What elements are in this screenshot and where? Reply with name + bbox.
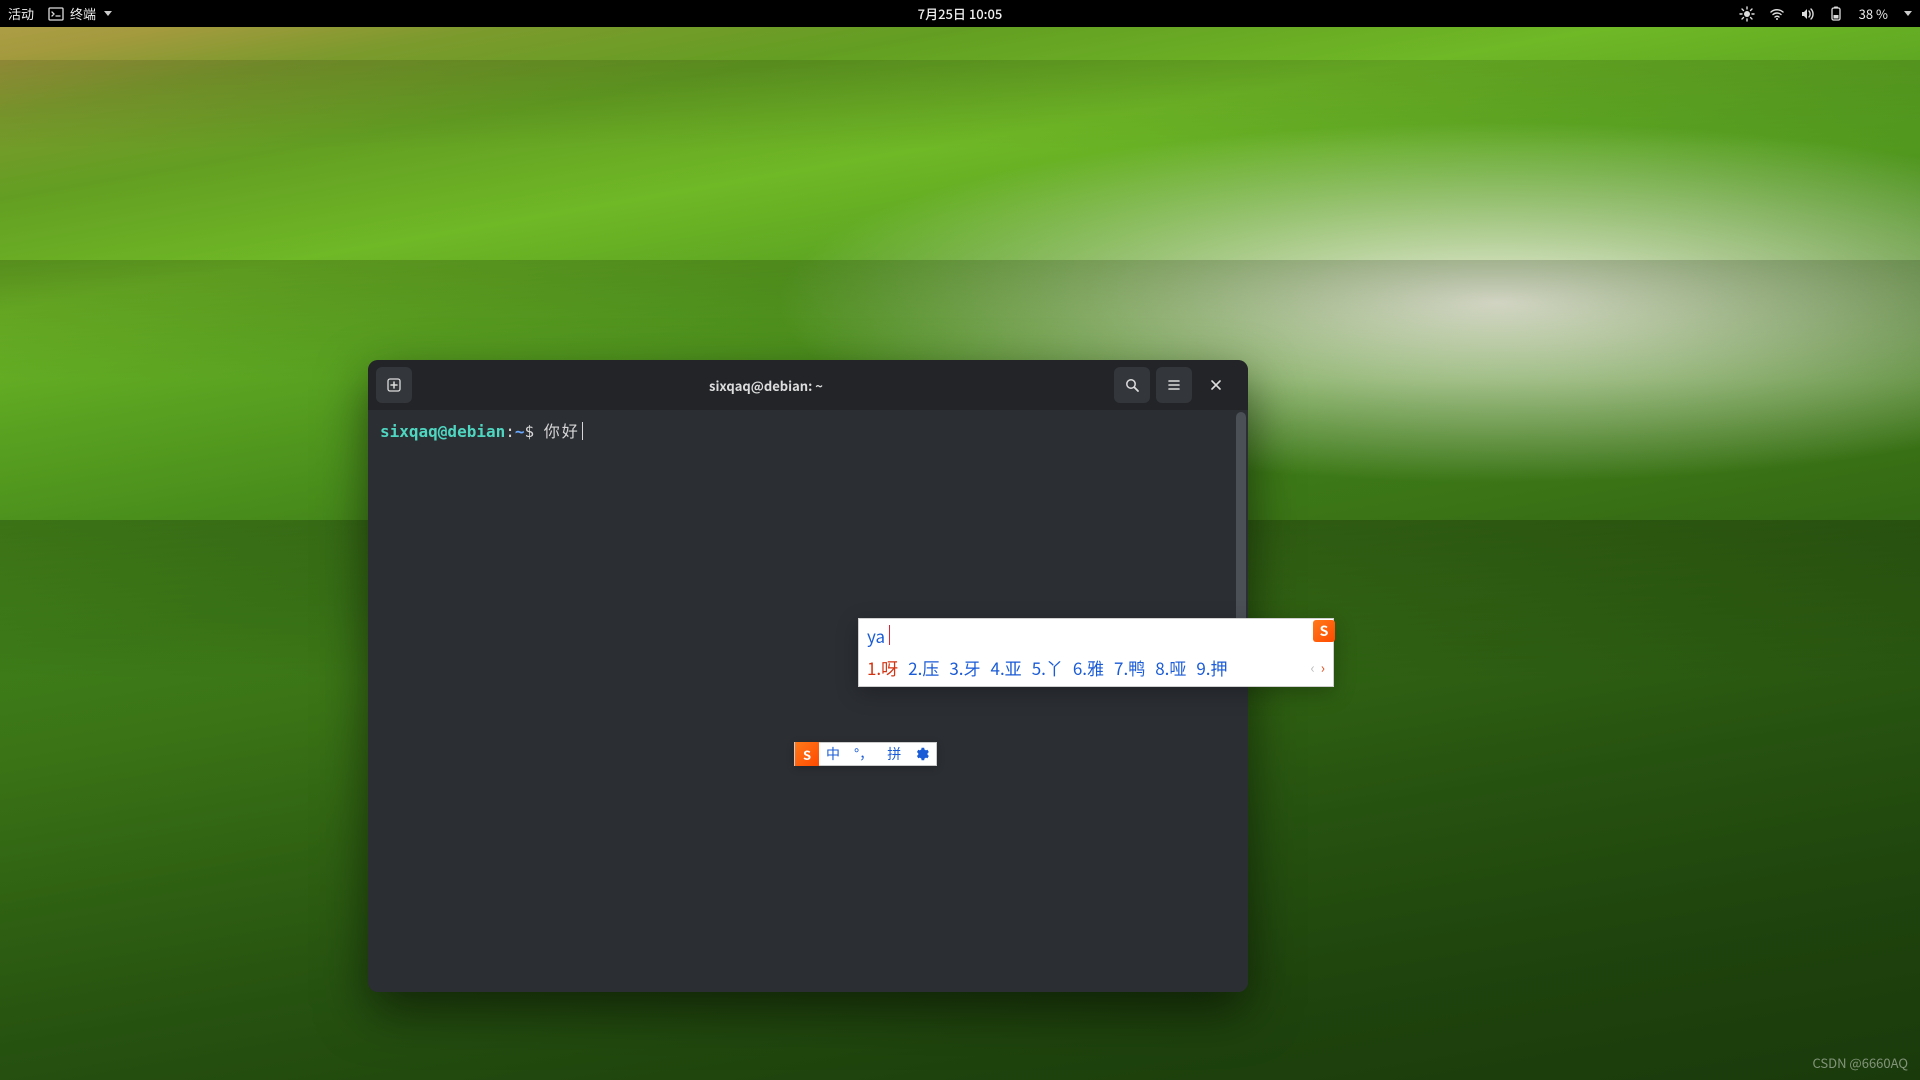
prompt-symbol: $ [525,422,535,441]
ime-prev-page[interactable]: ‹ [1311,658,1315,678]
ime-status-bar[interactable]: S 中 °， 拼 [794,742,937,766]
battery-icon [1829,6,1845,22]
ime-pinyin-input[interactable] [867,623,889,648]
window-titlebar[interactable]: sixqaq@debian: ~ [368,360,1248,410]
close-button[interactable] [1198,367,1234,403]
ime-candidate[interactable]: 7.鸭 [1114,655,1145,680]
volume-icon [1799,6,1815,22]
hamburger-icon [1166,377,1182,393]
ime-lang-toggle[interactable]: 中 [819,743,847,765]
system-status-area[interactable]: 38 % [1739,4,1912,23]
battery-percent: 38 % [1859,4,1888,23]
terminal-cursor [582,422,583,440]
app-menu[interactable]: 终端 [48,4,112,23]
chevron-down-icon [104,11,112,16]
gear-icon [915,747,929,761]
search-button[interactable] [1114,367,1150,403]
ime-candidate[interactable]: 3.牙 [949,655,980,680]
wifi-icon [1769,6,1785,22]
app-menu-label: 终端 [70,4,96,23]
terminal-app-icon [48,6,64,22]
clock[interactable]: 7月25日 10:05 [918,4,1003,23]
ime-pager: ‹ › [1311,658,1325,678]
watermark: CSDN @6660AQ [1812,1053,1908,1072]
ime-caret [889,625,890,645]
new-tab-button[interactable] [376,367,412,403]
gnome-topbar: 活动 终端 7月25日 10:05 38 % [0,0,1920,27]
brightness-icon [1739,6,1755,22]
chevron-down-icon [1904,11,1912,16]
ime-candidates: 1.呀 2.压 3.牙 4.亚 5.丫 6.雅 7.鸭 8.哑 9.押 ‹ › [859,651,1333,686]
ime-input-row: S [859,619,1333,651]
prompt-separator: : [505,422,515,441]
ime-candidate[interactable]: 8.哑 [1155,655,1186,680]
sogou-logo-icon: S [795,742,819,766]
ime-candidate[interactable]: 6.雅 [1073,655,1104,680]
ime-candidate[interactable]: 9.押 [1196,655,1227,680]
search-icon [1124,377,1140,393]
hamburger-menu-button[interactable] [1156,367,1192,403]
ime-next-page[interactable]: › [1321,658,1325,678]
ime-settings-button[interactable] [908,743,936,765]
prompt-user-host: sixqaq@debian [380,422,505,441]
ime-candidate[interactable]: 2.压 [908,655,939,680]
prompt-path: ~ [515,422,525,441]
terminal-body[interactable]: sixqaq@debian:~$ 你好 [368,410,1248,992]
ime-candidate[interactable]: 4.亚 [991,655,1022,680]
ime-mode-toggle[interactable]: 拼 [880,743,908,765]
ime-candidate-panel: S 1.呀 2.压 3.牙 4.亚 5.丫 6.雅 7.鸭 8.哑 9.押 ‹ › [858,618,1334,687]
sogou-logo-icon: S [1313,620,1335,642]
ime-candidate[interactable]: 1.呀 [867,655,898,680]
wallpaper-shade [0,60,1920,150]
close-icon [1208,377,1224,393]
activities-button[interactable]: 活动 [8,4,34,23]
terminal-input-text: 你好 [544,422,580,441]
ime-candidate[interactable]: 5.丫 [1032,655,1063,680]
ime-punct-toggle[interactable]: °， [847,743,880,765]
terminal-scrollbar[interactable] [1236,412,1246,990]
window-title: sixqaq@debian: ~ [418,376,1114,395]
